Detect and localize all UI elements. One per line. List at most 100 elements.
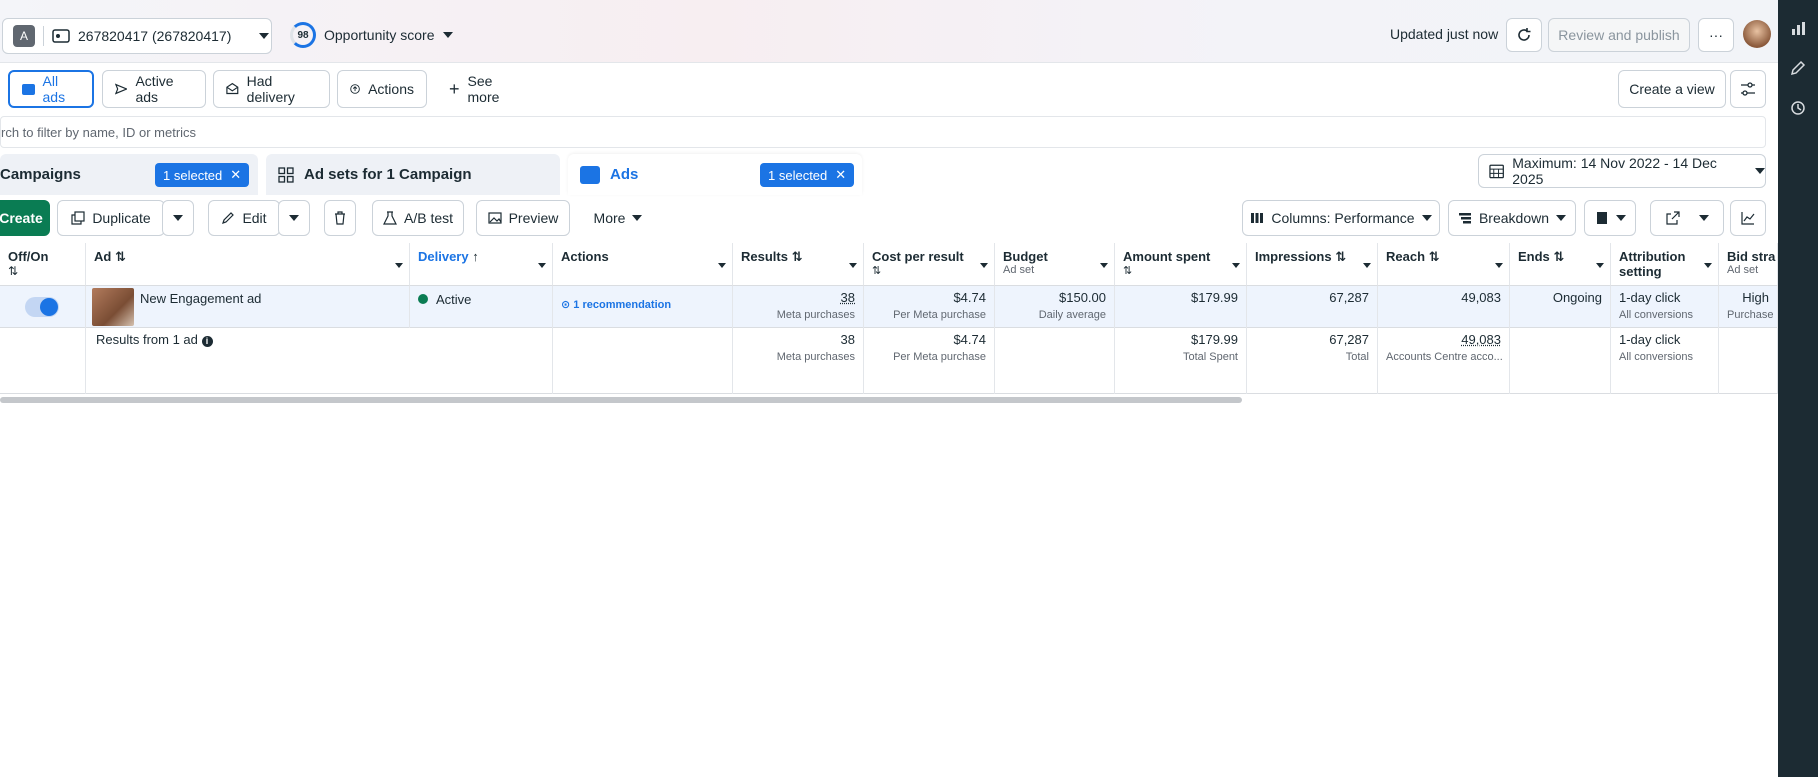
cell-ad-name[interactable]: New Engagement ad <box>86 286 410 328</box>
info-icon[interactable]: i <box>201 336 213 347</box>
create-button[interactable]: Create <box>0 200 50 236</box>
col-header-reach[interactable]: Reach ⇅ <box>1378 243 1510 286</box>
ad-name-link[interactable]: New Engagement ad <box>140 291 261 306</box>
col-header-delivery[interactable]: Delivery ↑ <box>410 243 553 286</box>
cell-attribution: 1-day click All conversions <box>1611 286 1719 328</box>
ads-selected-pill[interactable]: 1 selected ✕ <box>760 163 855 187</box>
chevron-down-icon <box>259 33 270 39</box>
col-header-ends-label: Ends <box>1518 249 1550 264</box>
col-header-attribution[interactable]: Attribution setting <box>1611 243 1719 286</box>
image-icon <box>487 212 502 224</box>
ab-test-button[interactable]: A/B test <box>372 200 464 236</box>
account-avatar: A <box>13 25 35 47</box>
search-input[interactable]: rch to filter by name, ID or metrics <box>0 116 1766 148</box>
summary-reach-value[interactable]: 49,083 <box>1461 332 1501 347</box>
opportunity-score[interactable]: 98 Opportunity score <box>290 22 453 48</box>
tab-adsets[interactable]: Ad sets for 1 Campaign <box>266 154 560 195</box>
clock-icon[interactable] <box>1790 100 1806 116</box>
col-header-amount-spent[interactable]: Amount spent ⇅ <box>1115 243 1247 286</box>
table-row[interactable]: New Engagement ad Active ⊙ 1 recommendat… <box>0 286 1778 328</box>
campaigns-selected-label: 1 selected <box>163 167 223 183</box>
col-header-budget[interactable]: Budget Ad set <box>995 243 1115 286</box>
campaigns-selected-pill[interactable]: 1 selected ✕ <box>155 163 250 187</box>
results-value[interactable]: 38 <box>841 290 855 305</box>
summary-reach-sub: Accounts Centre acco... <box>1386 351 1503 363</box>
sort-icon: ⇅ <box>8 264 19 278</box>
col-header-ends[interactable]: Ends ⇅ <box>1510 243 1611 286</box>
filter-had-delivery[interactable]: Had delivery <box>213 70 330 108</box>
col-header-results[interactable]: Results ⇅ <box>733 243 864 286</box>
export-button[interactable] <box>1650 200 1724 236</box>
cell-budget[interactable]: $150.00 Daily average <box>995 286 1115 328</box>
edit-dropdown[interactable] <box>278 200 310 236</box>
filter-actions[interactable]: Actions <box>337 70 427 108</box>
line-chart-icon <box>1741 212 1755 225</box>
date-range-button[interactable]: Maximum: 14 Nov 2022 - 14 Dec 2025 <box>1478 154 1766 188</box>
col-header-ad[interactable]: Ad ⇅ <box>86 243 410 286</box>
chevron-down-icon <box>538 263 546 268</box>
summary-attribution-sub: All conversions <box>1619 351 1693 363</box>
col-header-actions[interactable]: Actions <box>553 243 733 286</box>
folder-icon <box>22 83 35 95</box>
col-header-cost-per-result[interactable]: Cost per result ⇅ <box>864 243 995 286</box>
chevron-down-icon <box>1596 263 1604 268</box>
summary-results-sub: Meta purchases <box>776 351 855 363</box>
bid-value: High <box>1742 290 1769 305</box>
chevron-down-icon <box>1421 215 1432 221</box>
budget-sub: Daily average <box>1038 309 1106 321</box>
chevron-down-icon <box>632 215 643 221</box>
filter-all-ads[interactable]: All ads <box>8 70 94 108</box>
arrow-up-icon: ↑ <box>472 249 479 264</box>
horizontal-scrollbar[interactable] <box>0 397 1242 403</box>
duplicate-icon <box>71 211 85 225</box>
create-view-button[interactable]: Create a view <box>1618 70 1726 108</box>
filter-active-ads[interactable]: Active ads <box>102 70 206 108</box>
breakdown-button[interactable]: Breakdown <box>1448 200 1576 236</box>
tab-campaigns[interactable]: Campaigns 1 selected ✕ <box>0 154 258 195</box>
summary-impressions-value: 67,287 <box>1329 332 1369 347</box>
chevron-down-icon <box>395 263 403 268</box>
bar-chart-icon[interactable] <box>1790 20 1806 36</box>
close-icon[interactable]: ✕ <box>835 167 846 183</box>
budget-value: $150.00 <box>1059 290 1106 305</box>
edit-button[interactable]: Edit <box>208 200 280 236</box>
cell-actions[interactable]: ⊙ 1 recommendation <box>553 286 733 328</box>
sort-icon: ⇅ <box>1123 265 1133 277</box>
col-header-bid-strategy[interactable]: Bid stra Ad set <box>1719 243 1778 286</box>
trash-icon <box>335 211 345 225</box>
chevron-down-icon <box>1755 168 1765 174</box>
columns-button[interactable]: Columns: Performance <box>1242 200 1440 236</box>
account-selector[interactable]: A 267820417 (267820417) <box>2 18 272 54</box>
duplicate-dropdown[interactable] <box>162 200 194 236</box>
tab-ads[interactable]: Ads 1 selected ✕ <box>568 154 862 195</box>
settings-sliders-button[interactable] <box>1730 70 1766 108</box>
charts-button[interactable] <box>1730 200 1766 236</box>
summary-row: Results from 1 ad i 38 Meta purchases $4… <box>0 328 1778 394</box>
summary-impressions: 67,287 Total <box>1247 328 1378 394</box>
close-icon[interactable]: ✕ <box>230 167 241 183</box>
refresh-button[interactable] <box>1506 18 1542 52</box>
recommendation-icon: ⊙ <box>561 299 571 311</box>
col-header-offon[interactable]: Off/On ⇅ <box>0 243 86 286</box>
reports-button[interactable] <box>1584 200 1636 236</box>
recommendation-link[interactable]: 1 recommendation <box>573 299 671 311</box>
calendar-icon <box>1489 164 1504 179</box>
see-more-button[interactable]: + See more <box>436 70 536 108</box>
pencil-icon[interactable] <box>1790 60 1806 76</box>
sort-icon: ⇅ <box>1335 249 1347 264</box>
more-button[interactable]: More <box>584 200 652 236</box>
tab-campaigns-label: Campaigns <box>0 166 81 183</box>
col-header-reach-label: Reach <box>1386 249 1426 264</box>
chevron-down-icon <box>1704 263 1712 268</box>
more-options-button[interactable]: ··· <box>1698 18 1734 52</box>
summary-impressions-sub: Total <box>1345 351 1369 363</box>
duplicate-label: Duplicate <box>92 210 151 226</box>
duplicate-button[interactable]: Duplicate <box>57 200 165 236</box>
cpr-value: $4.74 <box>953 290 986 305</box>
col-header-impressions[interactable]: Impressions ⇅ <box>1247 243 1378 286</box>
summary-results-value: 38 <box>840 332 855 347</box>
delete-button[interactable] <box>324 200 356 236</box>
review-publish-button[interactable]: Review and publish <box>1548 18 1690 52</box>
profile-avatar[interactable] <box>1743 20 1771 48</box>
preview-button[interactable]: Preview <box>476 200 570 236</box>
